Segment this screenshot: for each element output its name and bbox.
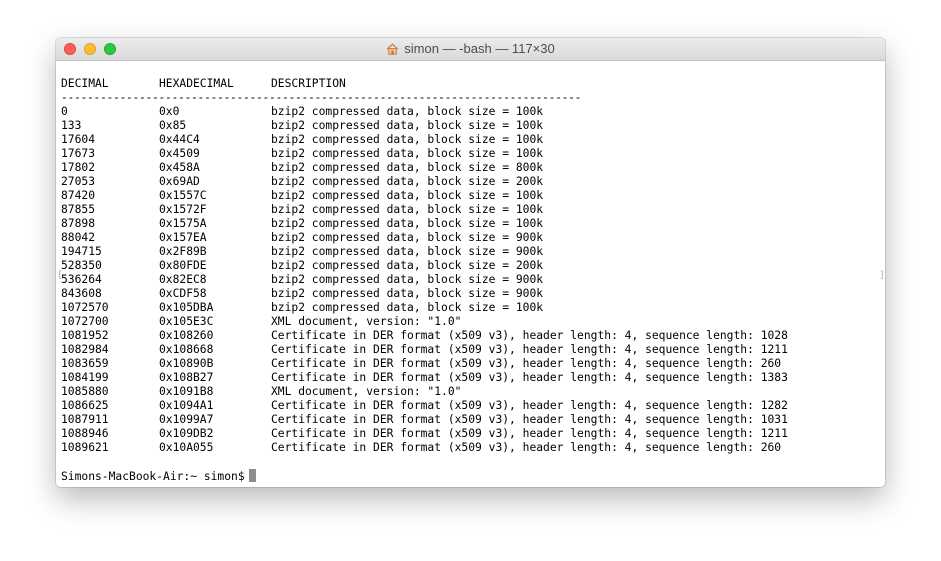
row-decimal: 87420 (61, 189, 96, 202)
row-description: XML document, version: "1.0" (271, 385, 462, 398)
row-hex: 0x1091B8 (159, 385, 214, 398)
right-margin-mark: ] (879, 270, 885, 281)
row-decimal: 1084199 (61, 371, 109, 384)
header-separator: ----------------------------------------… (61, 91, 582, 104)
row-decimal: 1082984 (61, 343, 109, 356)
row-hex: 0x105E3C (159, 315, 214, 328)
row-description: bzip2 compressed data, block size = 100k (271, 217, 544, 230)
row-hex: 0x1557C (159, 189, 207, 202)
row-decimal: 17604 (61, 133, 96, 146)
row-hex: 0x105DBA (159, 301, 214, 314)
row-description: bzip2 compressed data, block size = 900k (271, 287, 544, 300)
row-decimal: 1085880 (61, 385, 109, 398)
row-description: bzip2 compressed data, block size = 900k (271, 245, 544, 258)
text-cursor (248, 469, 256, 482)
row-decimal: 133 (61, 119, 82, 132)
row-decimal: 536264 (61, 273, 102, 286)
row-decimal: 88042 (61, 231, 96, 244)
row-decimal: 17673 (61, 147, 96, 160)
row-hex: 0x157EA (159, 231, 207, 244)
row-hex: 0x458A (159, 161, 200, 174)
row-hex: 0x108668 (159, 343, 214, 356)
shell-prompt[interactable]: Simons-MacBook-Air:~ simon$ (61, 469, 256, 484)
row-hex: 0x10890B (159, 357, 214, 370)
terminal-window: simon — -bash — 117×30 DECIMAL HEXADECIM… (56, 38, 885, 487)
title-bar[interactable]: simon — -bash — 117×30 (56, 38, 885, 61)
row-hex: 0x85 (159, 119, 187, 132)
row-decimal: 27053 (61, 175, 96, 188)
terminal-content[interactable]: DECIMAL HEXADECIMAL DESCRIPTION --------… (56, 61, 885, 487)
row-description: bzip2 compressed data, block size = 100k (271, 119, 544, 132)
row-decimal: 528350 (61, 259, 102, 272)
row-description: bzip2 compressed data, block size = 100k (271, 203, 544, 216)
row-description: bzip2 compressed data, block size = 100k (271, 189, 544, 202)
row-description: bzip2 compressed data, block size = 100k (271, 147, 544, 160)
row-decimal: 1072700 (61, 315, 109, 328)
row-description: bzip2 compressed data, block size = 100k (271, 301, 544, 314)
row-description: bzip2 compressed data, block size = 200k (271, 175, 544, 188)
row-hex: 0x1572F (159, 203, 207, 216)
row-description: Certificate in DER format (x509 v3), hea… (271, 413, 788, 426)
table-header: DECIMAL HEXADECIMAL DESCRIPTION (61, 77, 346, 91)
row-hex: 0x0 (159, 105, 180, 118)
row-hex: 0x80FDE (159, 259, 207, 272)
row-hex: 0x10A055 (159, 441, 214, 454)
row-decimal: 843608 (61, 287, 102, 300)
row-description: bzip2 compressed data, block size = 800k (271, 161, 544, 174)
row-hex: 0x2F89B (159, 245, 207, 258)
row-hex: 0x1575A (159, 217, 207, 230)
row-description: bzip2 compressed data, block size = 900k (271, 231, 544, 244)
row-decimal: 1072570 (61, 301, 109, 314)
row-hex: 0x108260 (159, 329, 214, 342)
row-description: Certificate in DER format (x509 v3), hea… (271, 357, 782, 370)
row-decimal: 1089621 (61, 441, 109, 454)
header-description: DESCRIPTION (271, 77, 346, 90)
row-decimal: 1083659 (61, 357, 109, 370)
row-description: Certificate in DER format (x509 v3), hea… (271, 329, 788, 342)
header-hexadecimal: HEXADECIMAL (159, 77, 234, 90)
row-hex: 0x1099A7 (159, 413, 214, 426)
left-margin-mark: [ (57, 270, 64, 281)
row-hex: 0x44C4 (159, 133, 200, 146)
row-description: bzip2 compressed data, block size = 900k (271, 273, 544, 286)
row-decimal: 194715 (61, 245, 102, 258)
window-title-text: simon — -bash — 117×30 (404, 41, 555, 56)
window-title: simon — -bash — 117×30 (56, 38, 885, 60)
row-description: bzip2 compressed data, block size = 100k (271, 105, 544, 118)
row-hex: 0x4509 (159, 147, 200, 160)
row-description: XML document, version: "1.0" (271, 315, 462, 328)
home-icon (386, 40, 399, 62)
row-description: Certificate in DER format (x509 v3), hea… (271, 343, 788, 356)
row-decimal: 87855 (61, 203, 96, 216)
row-description: Certificate in DER format (x509 v3), hea… (271, 371, 788, 384)
row-decimal: 17802 (61, 161, 96, 174)
header-decimal: DECIMAL (61, 77, 109, 90)
row-decimal: 87898 (61, 217, 96, 230)
row-hex: 0xCDF58 (159, 287, 207, 300)
row-hex: 0x109DB2 (159, 427, 214, 440)
row-decimal: 1087911 (61, 413, 109, 426)
row-decimal: 0 (61, 105, 68, 118)
row-hex: 0x69AD (159, 175, 200, 188)
row-description: Certificate in DER format (x509 v3), hea… (271, 399, 788, 412)
row-hex: 0x82EC8 (159, 273, 207, 286)
row-description: Certificate in DER format (x509 v3), hea… (271, 427, 788, 440)
row-description: bzip2 compressed data, block size = 100k (271, 133, 544, 146)
row-decimal: 1088946 (61, 427, 109, 440)
row-decimal: 1086625 (61, 399, 109, 412)
row-hex: 0x1094A1 (159, 399, 214, 412)
row-description: bzip2 compressed data, block size = 200k (271, 259, 544, 272)
row-decimal: 1081952 (61, 329, 109, 342)
prompt-text: Simons-MacBook-Air:~ simon$ (61, 470, 245, 483)
row-description: Certificate in DER format (x509 v3), hea… (271, 441, 782, 454)
row-hex: 0x108B27 (159, 371, 214, 384)
